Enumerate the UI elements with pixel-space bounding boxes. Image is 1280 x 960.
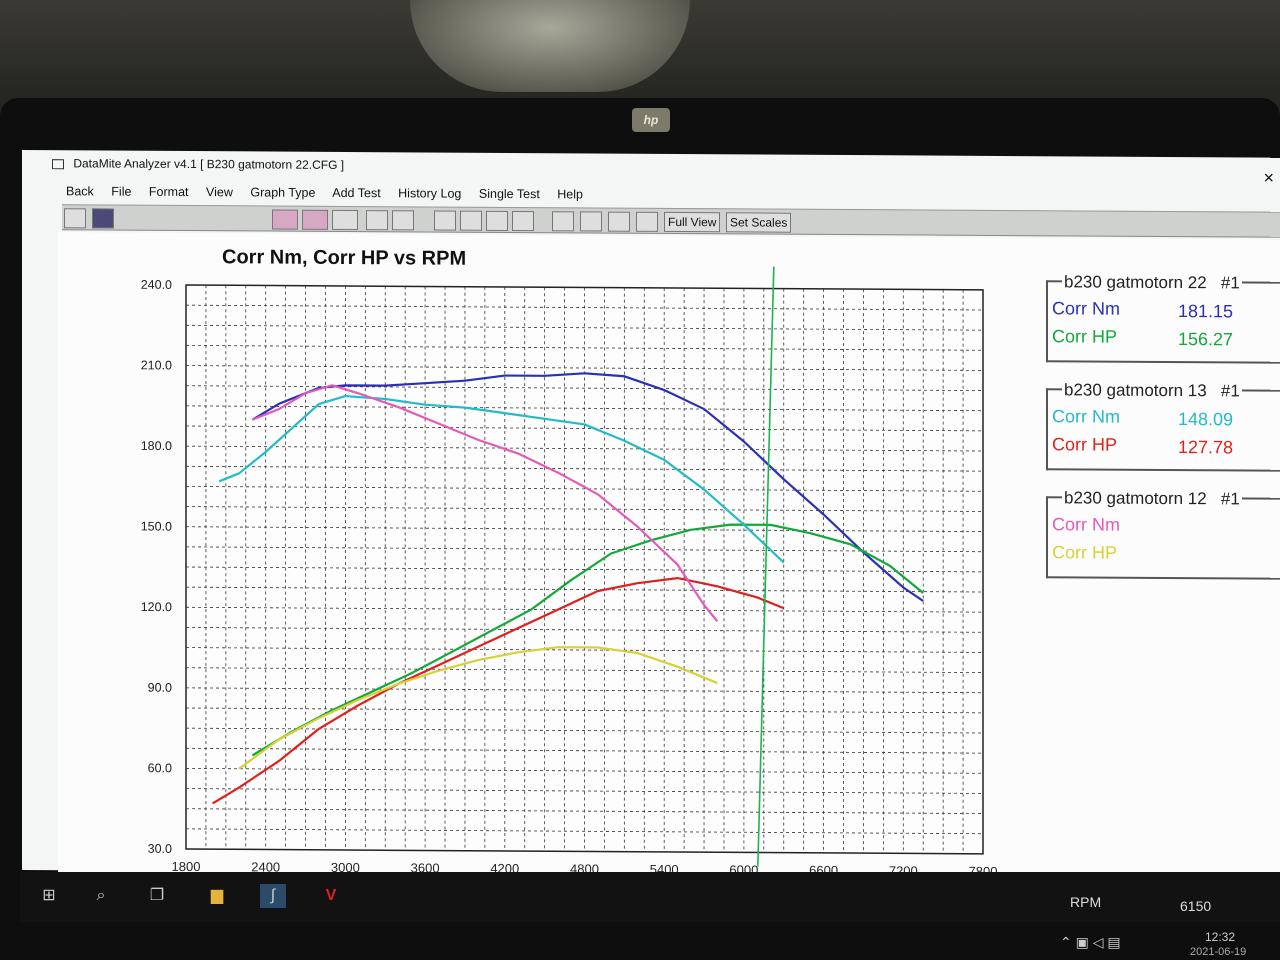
legend-number: #1 xyxy=(1220,273,1240,293)
scroll-left-icon[interactable] xyxy=(434,210,456,231)
clock-time: 12:32 xyxy=(1205,930,1236,944)
zoom-v-out-icon[interactable] xyxy=(636,211,658,232)
legend-value: 156.27 xyxy=(1178,329,1234,350)
menu-view[interactable]: View xyxy=(206,185,233,199)
legend-label: Corr HP xyxy=(1052,434,1118,455)
legend-title: b230 gatmotorn 13 xyxy=(1064,380,1207,401)
chevron-up-icon[interactable]: ⌃ xyxy=(1060,934,1072,950)
print-icon[interactable] xyxy=(64,208,86,229)
graph-pink-icon[interactable] xyxy=(272,209,298,230)
task-view-icon[interactable]: ❐ xyxy=(144,884,170,908)
legend-label: Corr Nm xyxy=(1052,406,1120,427)
application-window: DataMite Analyzer v4.1 [ B230 gatmotorn … xyxy=(22,150,1280,880)
rpm-label: RPM xyxy=(1070,894,1102,910)
y-tick-label: 180.0 xyxy=(141,439,172,453)
menu-add-test[interactable]: Add Test xyxy=(332,186,380,200)
window-titlebar: DataMite Analyzer v4.1 [ B230 gatmotorn … xyxy=(52,156,1252,185)
menu-help[interactable]: Help xyxy=(557,187,583,201)
y-tick-label: 90.0 xyxy=(148,681,172,695)
legend-test-13: b230 gatmotorn 13 #1 Corr Nm 148.09 Corr… xyxy=(1046,380,1280,472)
legend-test-12: b230 gatmotorn 12 #1 Corr Nm Corr HP xyxy=(1046,488,1280,580)
volume-icon[interactable]: ◁ xyxy=(1093,934,1104,950)
datamite-app-icon[interactable]: ∫ xyxy=(260,884,286,908)
search-icon[interactable]: ⌕ xyxy=(88,884,114,908)
folder-icon[interactable]: ▆ xyxy=(204,884,230,908)
hp-logo-icon: hp xyxy=(632,108,670,132)
arrow-right-icon[interactable] xyxy=(392,210,414,231)
scroll-right-icon[interactable] xyxy=(460,210,482,231)
notification-icon[interactable]: ▤ xyxy=(1107,934,1120,950)
legend-title: b230 gatmotorn 12 xyxy=(1064,488,1207,509)
graph-pink-2-icon[interactable] xyxy=(302,209,328,230)
legend-value: 148.09 xyxy=(1178,409,1234,430)
zoom-v-in-icon[interactable] xyxy=(608,211,630,232)
legend-number: #1 xyxy=(1220,381,1240,401)
legend-value: 181.15 xyxy=(1178,301,1234,322)
save-icon[interactable] xyxy=(92,208,114,229)
windows-start-icon[interactable]: ⊞ xyxy=(36,884,62,908)
legend-title: b230 gatmotorn 22 xyxy=(1064,272,1207,293)
y-tick-label: 150.0 xyxy=(141,519,172,533)
zoom-h-in-icon[interactable] xyxy=(552,211,574,232)
close-button[interactable]: × xyxy=(1263,168,1274,189)
menu-single-test[interactable]: Single Test xyxy=(479,187,540,201)
legend-label: Corr HP xyxy=(1052,326,1118,347)
scroll-up-icon[interactable] xyxy=(486,210,508,231)
y-tick-label: 120.0 xyxy=(141,600,172,614)
y-tick-label: 60.0 xyxy=(148,761,172,775)
network-icon[interactable]: ▣ xyxy=(1076,934,1089,950)
graph-line-icon[interactable] xyxy=(332,209,358,231)
menu-history-log[interactable]: History Log xyxy=(398,186,461,200)
set-scales-button[interactable]: Set Scales xyxy=(726,212,792,233)
zoom-h-out-icon[interactable] xyxy=(580,211,602,232)
scroll-down-icon[interactable] xyxy=(512,210,534,232)
system-tray: ⌃ ▣ ◁ ▤ xyxy=(1060,934,1121,951)
chart-area: Corr Nm, Corr HP vs RPM 1800 2400 3000 3600 4… xyxy=(58,232,1280,880)
legend-value: 127.78 xyxy=(1178,437,1234,458)
chart-title: Corr Nm, Corr HP vs RPM xyxy=(222,246,466,269)
menu-back[interactable]: Back xyxy=(66,184,94,198)
menu-format[interactable]: Format xyxy=(149,185,189,199)
y-tick-label: 210.0 xyxy=(141,358,172,372)
window-title: DataMite Analyzer v4.1 [ B230 gatmotorn … xyxy=(73,156,345,172)
legend-label: Corr Nm xyxy=(1052,514,1120,535)
v-app-icon[interactable]: V xyxy=(318,884,344,908)
photo-background: hp DataMite Analyzer v4.1 [ B230 gatmoto… xyxy=(0,0,1280,960)
menu-file[interactable]: File xyxy=(111,185,131,199)
menu-bar: Back File Format View Graph Type Add Tes… xyxy=(66,184,597,205)
rpm-value: 6150 xyxy=(1180,898,1212,914)
legend-label: Corr HP xyxy=(1052,542,1118,563)
y-tick-label: 30.0 xyxy=(148,842,172,856)
y-tick-label: 240.0 xyxy=(141,278,172,292)
app-icon xyxy=(52,159,64,170)
clock-date: 2021-06-19 xyxy=(1190,946,1247,958)
legend-label: Corr Nm xyxy=(1052,298,1120,319)
legend-test-22: b230 gatmotorn 22 #1 Corr Nm 181.15 Corr… xyxy=(1046,272,1280,364)
legend-number: #1 xyxy=(1220,489,1240,509)
menu-graph-type[interactable]: Graph Type xyxy=(250,185,315,199)
arrow-left-icon[interactable] xyxy=(366,210,388,231)
full-view-button[interactable]: Full View xyxy=(664,211,721,233)
